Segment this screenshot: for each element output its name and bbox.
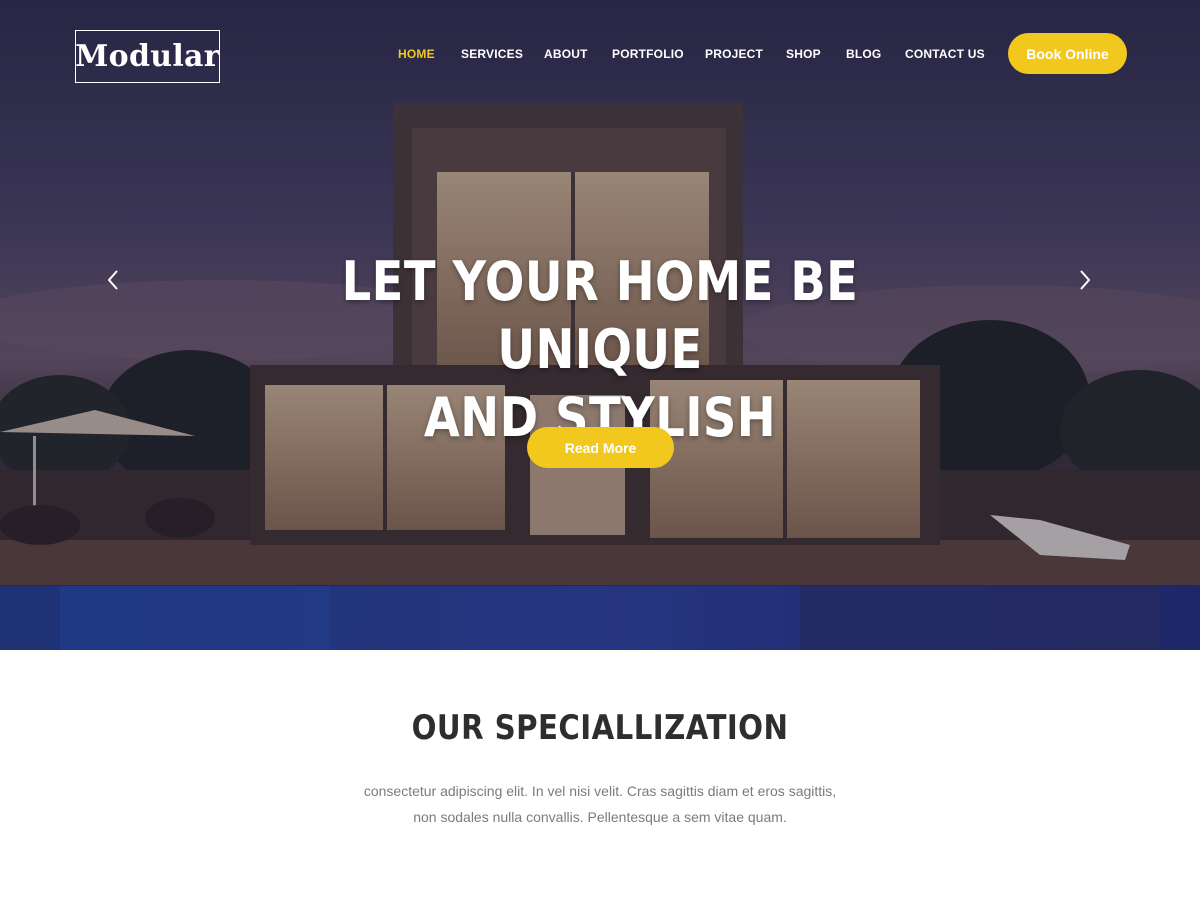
- specialization-description: consectetur adipiscing elit. In vel nisi…: [330, 778, 870, 830]
- specialization-text-line-1: consectetur adipiscing elit. In vel nisi…: [363, 783, 837, 799]
- nav-item-blog[interactable]: BLOG: [846, 47, 881, 61]
- nav-item-about[interactable]: ABOUT: [544, 47, 588, 61]
- slider-prev-button[interactable]: [99, 266, 127, 294]
- nav-item-portfolio[interactable]: PORTFOLIO: [612, 47, 684, 61]
- nav-item-contact-us[interactable]: CONTACT US: [905, 47, 985, 61]
- read-more-button[interactable]: Read More: [527, 427, 674, 468]
- nav-item-shop[interactable]: SHOP: [786, 47, 821, 61]
- hero-title: LET YOUR HOME BE UNIQUE AND STYLISH: [256, 248, 944, 452]
- chevron-right-icon: [1080, 270, 1091, 290]
- slider-next-button[interactable]: [1071, 266, 1099, 294]
- nav-item-services[interactable]: SERVICES: [461, 47, 523, 61]
- site-logo[interactable]: Modular: [75, 30, 220, 83]
- specialization-title: OUR SPECIALLIZATION: [411, 708, 789, 748]
- book-online-button[interactable]: Book Online: [1008, 33, 1127, 74]
- chevron-left-icon: [107, 270, 118, 290]
- nav-item-home[interactable]: HOME: [398, 47, 435, 61]
- nav-item-project[interactable]: PROJECT: [705, 47, 763, 61]
- hero-title-line-1: LET YOUR HOME BE UNIQUE: [341, 250, 859, 381]
- specialization-text-line-2: non sodales nulla convallis. Pellentesqu…: [413, 809, 787, 825]
